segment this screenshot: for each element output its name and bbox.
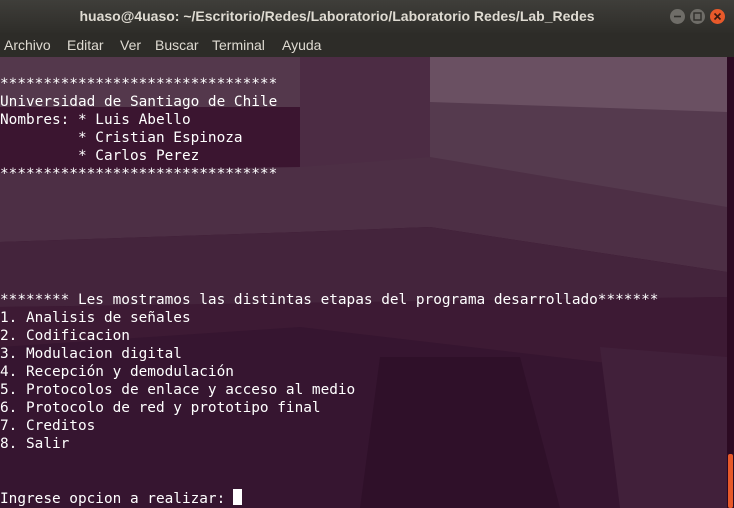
- header-university: Universidad de Santiago de Chile: [0, 94, 278, 110]
- maximize-button[interactable]: [690, 9, 705, 24]
- menu-bar: Archivo Editar Ver Buscar Terminal Ayuda: [0, 33, 734, 57]
- minimize-icon: [674, 15, 681, 18]
- close-icon: [713, 12, 722, 21]
- maximize-icon: [693, 12, 702, 21]
- header-stars-bottom: ********************************: [0, 166, 278, 182]
- menu-ver[interactable]: Ver: [120, 33, 141, 57]
- menu-title-line: ******** Les mostramos las distintas eta…: [0, 292, 659, 308]
- prompt-text: Ingrese opcion a realizar:: [0, 491, 226, 507]
- terminal-window: huaso@4uaso: ~/Escritorio/Redes/Laborato…: [0, 0, 734, 508]
- menu-buscar[interactable]: Buscar: [155, 33, 199, 57]
- scrollbar[interactable]: [727, 57, 734, 508]
- option-line: 2. Codificacion: [0, 328, 130, 344]
- minimize-button[interactable]: [670, 9, 685, 24]
- prompt-line[interactable]: Ingrese opcion a realizar:: [0, 489, 243, 507]
- header-names-1: Nombres: * Luis Abello: [0, 112, 191, 128]
- menu-terminal[interactable]: Terminal: [212, 33, 265, 57]
- text-cursor: [233, 489, 243, 505]
- option-line: 8. Salir: [0, 436, 70, 452]
- terminal-area[interactable]: ******************************** Univers…: [0, 57, 727, 508]
- option-line: 3. Modulacion digital: [0, 346, 182, 362]
- option-line: 1. Analisis de señales: [0, 310, 191, 326]
- scrollbar-thumb[interactable]: [728, 454, 733, 508]
- option-line: 6. Protocolo de red y prototipo final: [0, 400, 321, 416]
- menu-ayuda[interactable]: Ayuda: [282, 33, 321, 57]
- option-line: 4. Recepción y demodulación: [0, 364, 234, 380]
- menu-archivo[interactable]: Archivo: [4, 33, 51, 57]
- close-button[interactable]: [710, 9, 725, 24]
- menu-editar[interactable]: Editar: [67, 33, 104, 57]
- window-title: huaso@4uaso: ~/Escritorio/Redes/Laborato…: [79, 8, 595, 24]
- header-names-3: * Carlos Perez: [0, 148, 200, 164]
- header-stars-top: ********************************: [0, 76, 278, 92]
- header-names-2: * Cristian Espinoza: [0, 130, 243, 146]
- option-line: 5. Protocolos de enlace y acceso al medi…: [0, 382, 356, 398]
- title-bar[interactable]: huaso@4uaso: ~/Escritorio/Redes/Laborato…: [0, 0, 734, 33]
- option-line: 7. Creditos: [0, 418, 96, 434]
